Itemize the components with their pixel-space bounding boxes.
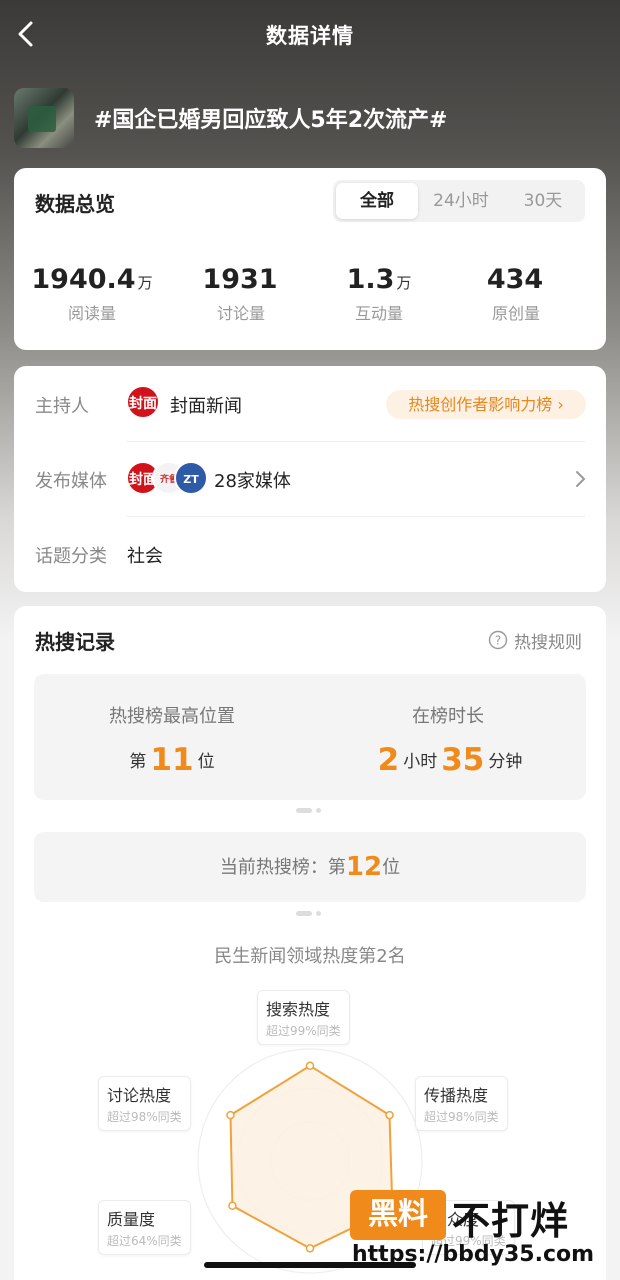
svg-text:?: ? xyxy=(495,634,501,648)
topic-header: #国企已婚男回应致人5年2次流产# xyxy=(14,88,606,148)
duration-label: 在榜时长 xyxy=(412,706,484,727)
carousel-dots xyxy=(296,911,326,917)
media-label: 发布媒体 xyxy=(35,471,107,492)
tab-24h[interactable]: 24小时 xyxy=(419,183,503,219)
radar-point-1 xyxy=(305,1061,315,1071)
category-row: 话题分类 社会 xyxy=(14,516,606,591)
creator-influence-rank-link[interactable]: 热搜创作者影响力榜 › xyxy=(386,390,586,419)
rank-link-label: 热搜创作者影响力榜 xyxy=(408,395,553,414)
duration-minutes-unit: 分钟 xyxy=(488,752,523,772)
watermark-badge: 黑料 xyxy=(350,1190,446,1240)
host-row: 主持人 封面 封面新闻 热搜创作者影响力榜 › xyxy=(14,366,606,441)
radar-point-4 xyxy=(305,1244,315,1253)
page-title: 数据详情 xyxy=(266,24,354,48)
hot-search-card: 热搜记录 ? 热搜规则 热搜榜最高位置 第 11 位 在榜时长 2 小时 35 分钟 当前… xyxy=(14,606,606,1280)
tab-all[interactable]: 全部 xyxy=(336,183,418,219)
top-bar: 数据详情 xyxy=(0,0,620,70)
topic-info-card: 主持人 封面 封面新闻 热搜创作者影响力榜 › 发布媒体 封面 齐鲁 ZT 28… xyxy=(14,366,606,592)
radar-label-search-heat: 搜索热度 超过99%同类 xyxy=(257,990,350,1045)
chevron-right-icon: › xyxy=(557,395,564,414)
host-name[interactable]: 封面新闻 xyxy=(170,392,242,418)
data-overview-card: 数据总览 全部 24小时 30天 1940.4 万 阅读量 1931 讨论量 1.… xyxy=(14,168,606,350)
domain-rank-text: 民生新闻领域热度第2名 xyxy=(214,946,406,967)
peak-position-label: 热搜榜最高位置 xyxy=(109,706,235,727)
stat-reads-label: 阅读量 xyxy=(67,304,116,323)
media-avatar-3: ZT xyxy=(174,461,208,495)
radar-point-2 xyxy=(385,1110,394,1120)
stat-reads: 1940.4 万 xyxy=(18,264,166,295)
radar-label-discussion-heat: 讨论热度 超过98%同类 xyxy=(98,1076,191,1131)
help-circle-icon[interactable]: ? xyxy=(488,630,508,650)
stat-originals: 434 xyxy=(442,264,590,295)
stat-reads-unit: 万 xyxy=(137,274,153,292)
current-rank-label: 当前热搜榜：第 xyxy=(219,857,346,878)
hot-search-title: 热搜记录 xyxy=(35,630,115,654)
current-rank: 当前热搜榜：第12位 xyxy=(34,852,586,882)
overview-title: 数据总览 xyxy=(35,192,115,216)
radar-point-6 xyxy=(226,1110,235,1120)
peak-position-value: 第 11 位 xyxy=(34,742,310,778)
stat-reads-value: 1940.4 xyxy=(31,264,136,295)
stat-interactions-value: 1.3 xyxy=(346,264,395,295)
stat-discussions-value: 1931 xyxy=(202,264,278,295)
radar-point-5 xyxy=(228,1201,237,1211)
peak-prefix: 第 xyxy=(129,752,147,772)
media-row[interactable]: 发布媒体 封面 齐鲁 ZT 28家媒体 xyxy=(14,441,606,516)
topic-thumbnail xyxy=(14,88,74,148)
category-label: 话题分类 xyxy=(35,546,107,567)
stat-originals-value: 434 xyxy=(486,264,544,295)
home-indicator xyxy=(204,1262,416,1268)
carousel-dots xyxy=(296,808,326,814)
tab-30d[interactable]: 30天 xyxy=(503,183,583,219)
stat-interactions-label: 互动量 xyxy=(354,304,403,323)
radar-label-quality: 质量度 超过64%同类 xyxy=(98,1200,191,1255)
duration-hours-unit: 小时 xyxy=(403,752,438,772)
current-rank-suffix: 位 xyxy=(382,857,401,878)
duration-value: 2 小时 35 分钟 xyxy=(310,742,586,778)
stat-interactions: 1.3 万 xyxy=(305,264,453,295)
hot-search-rules-link[interactable]: 热搜规则 xyxy=(514,628,582,653)
host-avatar[interactable]: 封面 xyxy=(126,385,160,419)
stat-originals-label: 原创量 xyxy=(491,304,540,323)
stat-interactions-unit: 万 xyxy=(396,274,412,292)
peak-stats-box: 热搜榜最高位置 第 11 位 在榜时长 2 小时 35 分钟 xyxy=(34,674,586,800)
chevron-right-icon xyxy=(576,471,586,487)
peak-number: 11 xyxy=(150,742,194,778)
media-count: 28家媒体 xyxy=(214,471,291,492)
radar-label-spread-heat: 传播热度 超过98%同类 xyxy=(415,1076,508,1131)
category-value: 社会 xyxy=(127,546,163,567)
current-rank-number: 12 xyxy=(345,852,383,882)
host-label: 主持人 xyxy=(35,396,89,417)
topic-title: #国企已婚男回应致人5年2次流产# xyxy=(94,108,448,133)
duration-minutes: 35 xyxy=(441,742,485,778)
watermark-text: 不打烊 xyxy=(452,1199,570,1243)
peak-suffix: 位 xyxy=(197,752,215,772)
current-rank-box: 当前热搜榜：第12位 xyxy=(34,832,586,902)
stat-discussions-label: 讨论量 xyxy=(216,304,265,323)
stat-discussions: 1931 xyxy=(167,264,315,295)
time-range-selector: 全部 24小时 30天 xyxy=(333,180,585,222)
duration-hours: 2 xyxy=(377,742,400,778)
